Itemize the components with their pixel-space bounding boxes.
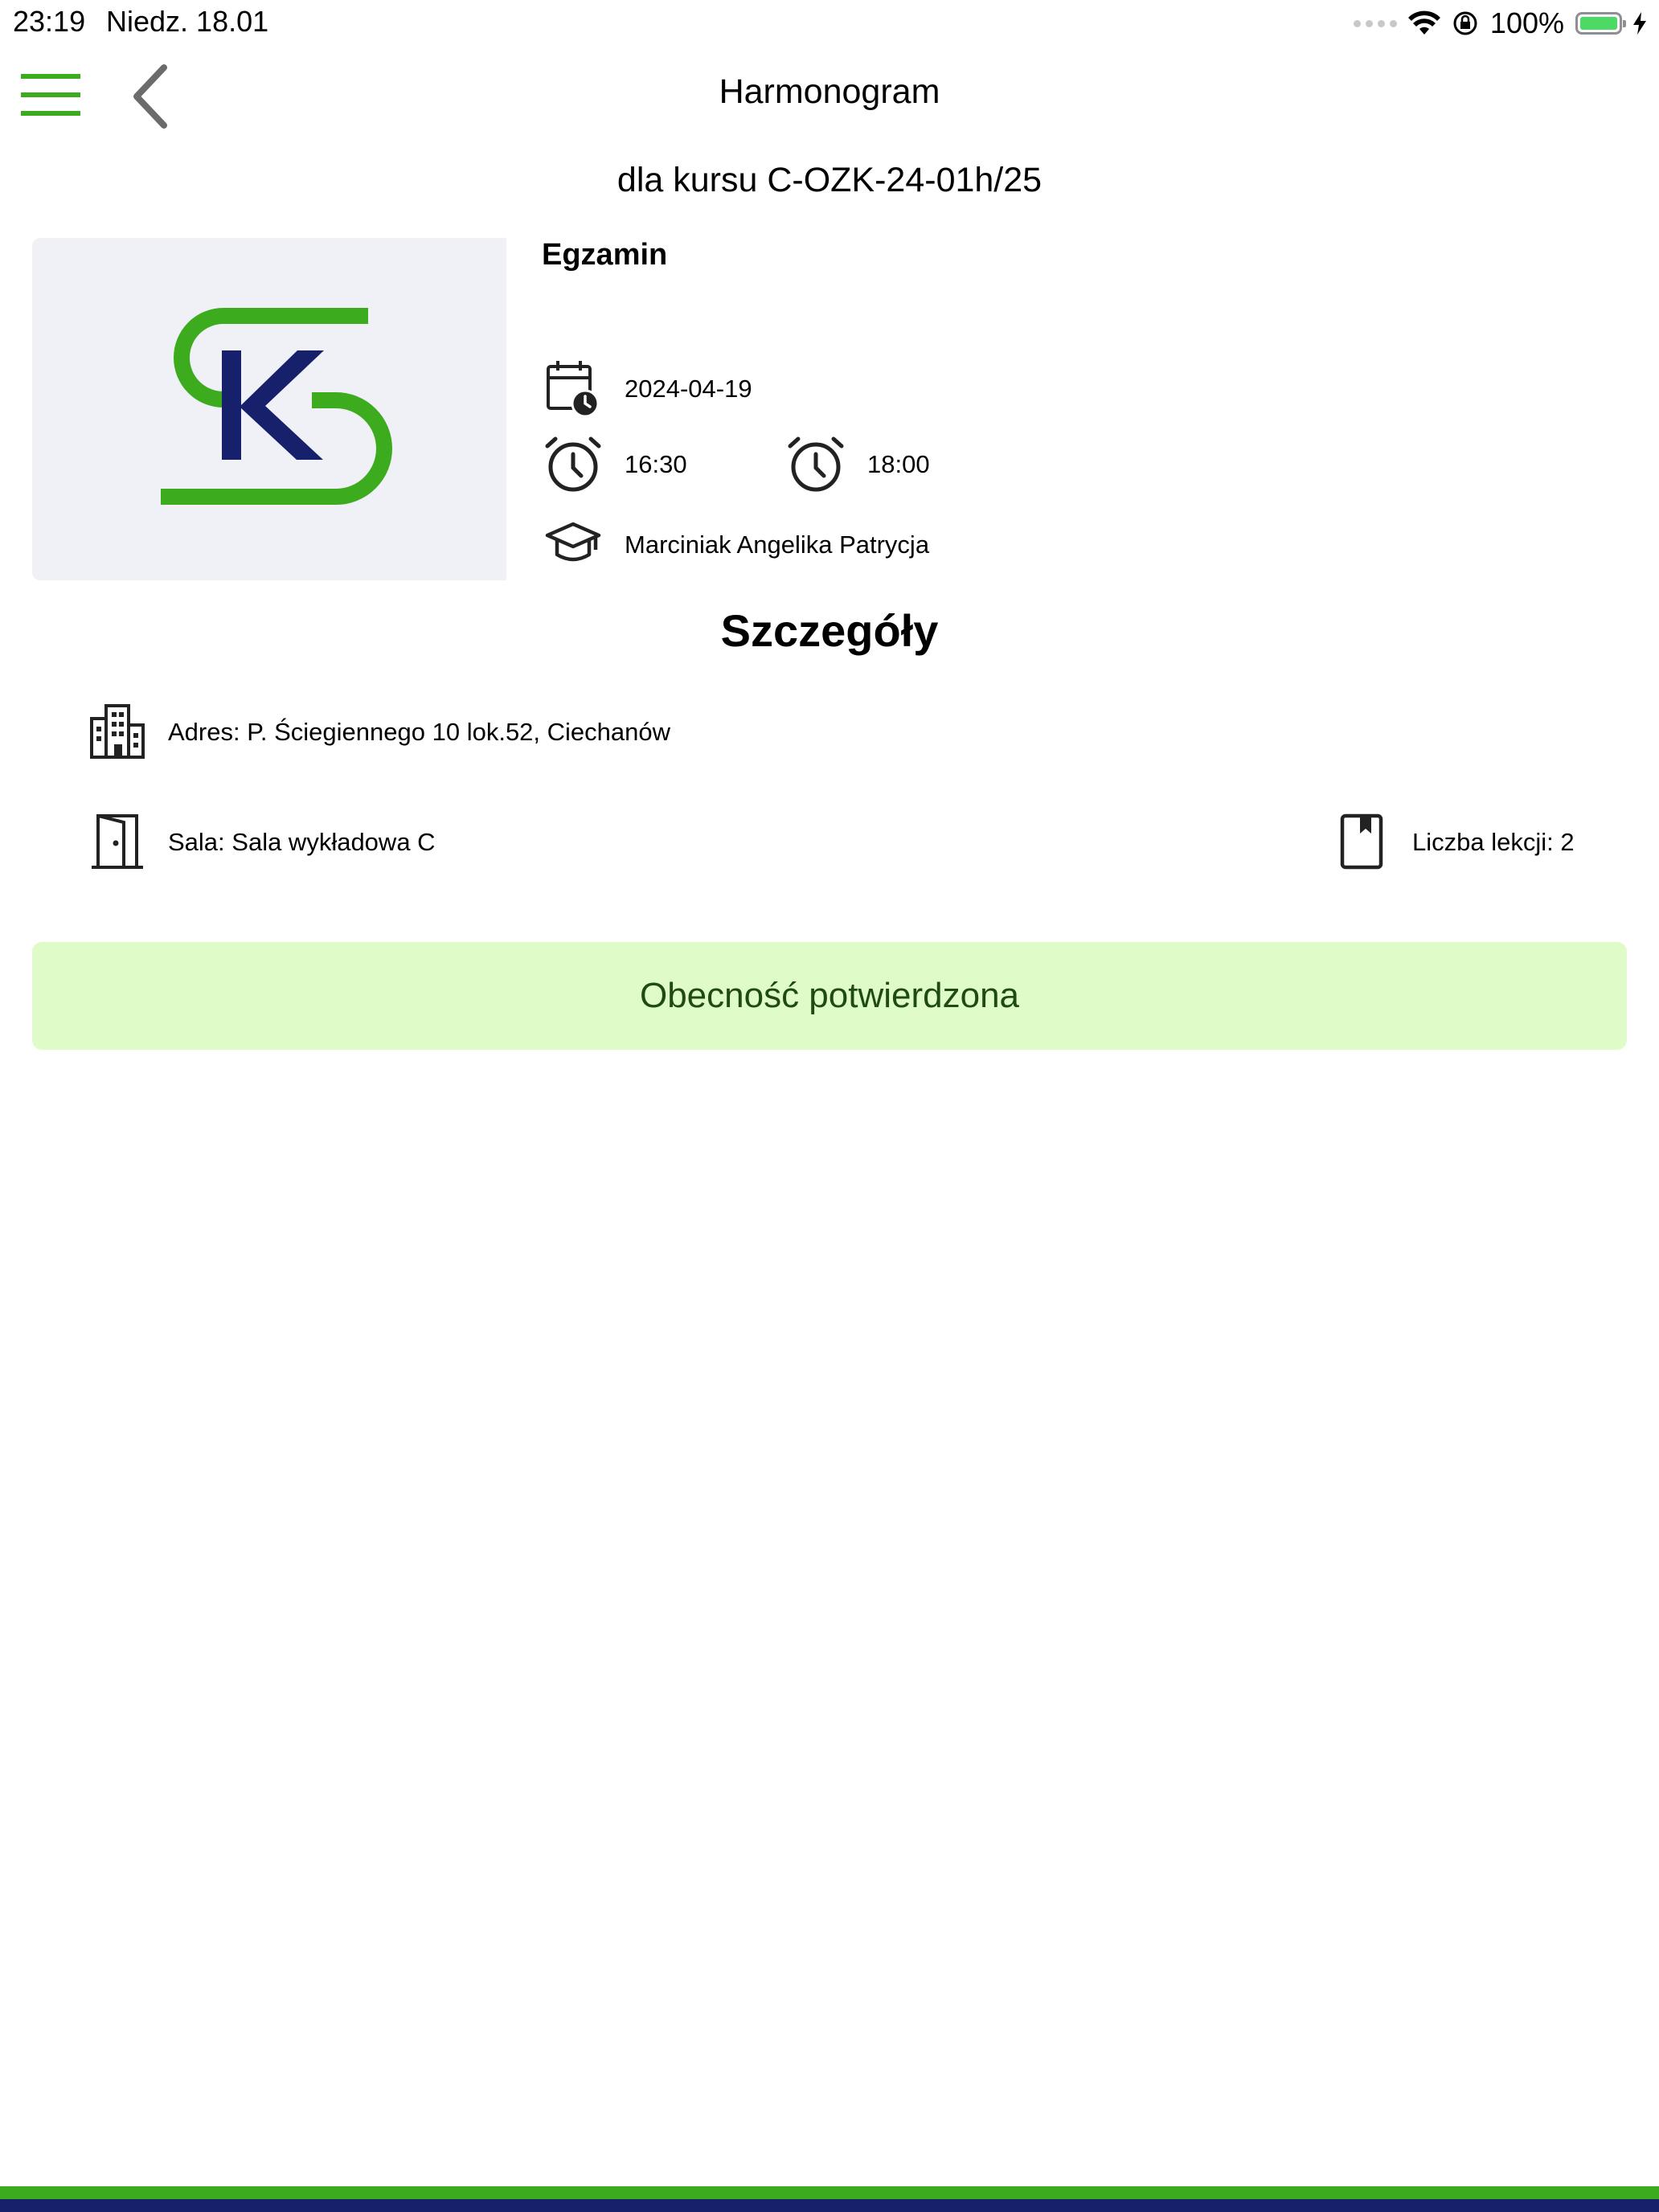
status-indicators: 100% xyxy=(1353,5,1646,42)
door-icon xyxy=(88,813,146,870)
bookmark-book-icon xyxy=(1333,813,1391,870)
status-time: 23:19 xyxy=(13,5,86,38)
alarm-clock-icon xyxy=(787,435,845,493)
page-title: Harmonogram xyxy=(719,72,940,111)
address-text: Adres: P. Ściegiennego 10 lok.52, Ciecha… xyxy=(168,718,671,746)
bottom-brand-stripe-navy xyxy=(0,2199,1659,2212)
attendance-status-banner[interactable]: Obecność potwierdzona xyxy=(32,942,1627,1050)
graduation-cap-icon xyxy=(544,514,602,572)
details-heading: Szczegóły xyxy=(720,605,939,656)
battery-icon xyxy=(1575,12,1626,35)
orientation-lock-icon xyxy=(1453,11,1477,35)
battery-percent: 100% xyxy=(1489,6,1564,39)
event-title: Egzamin xyxy=(542,238,668,272)
event-end-time: 18:00 xyxy=(867,450,930,478)
bottom-brand-stripe-green xyxy=(0,2186,1659,2199)
building-icon xyxy=(88,703,146,760)
course-logo-card xyxy=(32,238,506,580)
room-text: Sala: Sala wykładowa C xyxy=(168,828,436,856)
charging-bolt-icon xyxy=(1633,12,1646,35)
alarm-clock-icon xyxy=(544,435,602,493)
lessons-count: Liczba lekcji: 2 xyxy=(1412,828,1575,856)
event-instructor: Marciniak Angelika Patrycja xyxy=(625,530,930,559)
event-start-time: 16:30 xyxy=(625,450,687,478)
signal-dots-icon xyxy=(1353,19,1397,27)
status-date: Niedz. 18.01 xyxy=(106,5,269,38)
event-date: 2024-04-19 xyxy=(625,375,752,403)
school-logo xyxy=(161,308,392,505)
wifi-icon xyxy=(1407,10,1440,35)
calendar-clock-icon xyxy=(543,358,601,418)
course-subtitle: dla kursu C-OZK-24-01h/25 xyxy=(616,161,1043,199)
